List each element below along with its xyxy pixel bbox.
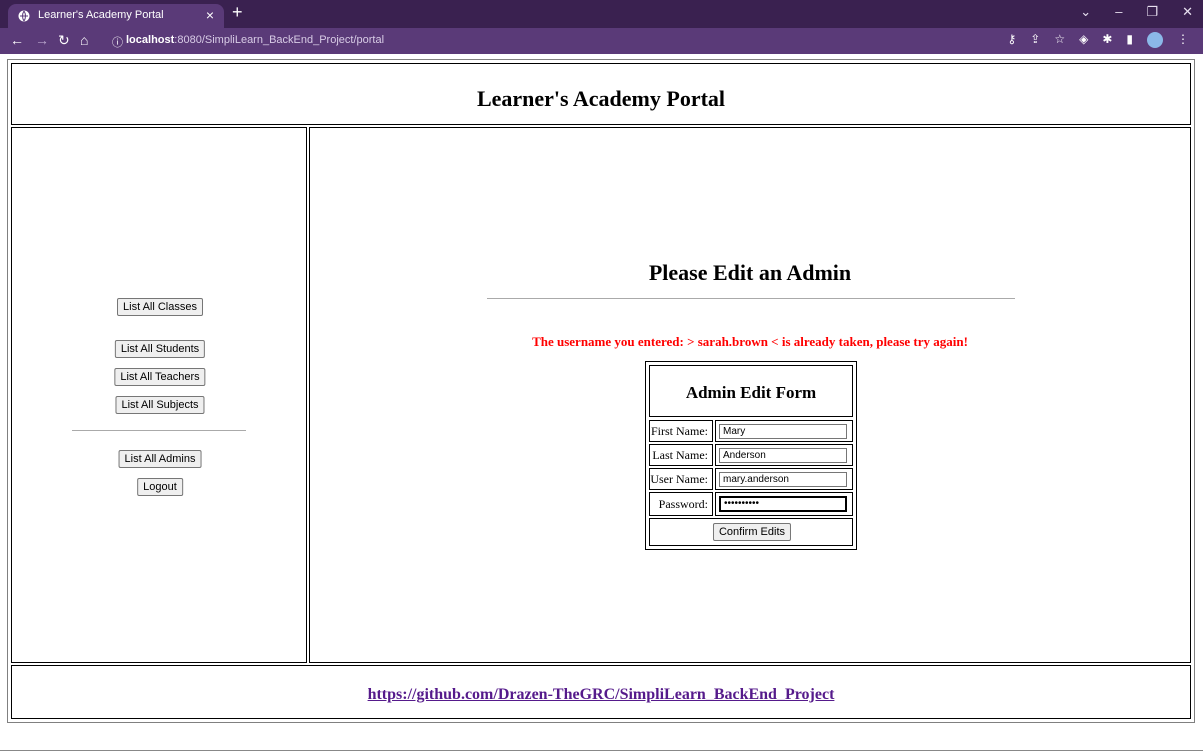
- form-title: Admin Edit Form: [685, 383, 817, 402]
- list-all-teachers-button[interactable]: List All Teachers: [114, 368, 206, 386]
- page-heading: Please Edit an Admin: [648, 260, 852, 285]
- close-window-icon[interactable]: ✕: [1182, 4, 1193, 20]
- extension-icon[interactable]: ◈: [1079, 32, 1088, 48]
- tab-search-icon[interactable]: ⌄: [1080, 4, 1091, 20]
- confirm-edits-button[interactable]: Confirm Edits: [712, 523, 792, 541]
- site-title: Learner's Academy Portal: [476, 86, 726, 111]
- footer-cell: https://github.com/Drazen-TheGRC/SimpliL…: [11, 665, 1191, 719]
- user-name-cell: mary.anderson: [715, 468, 853, 490]
- window-controls: ⌄ – ❐ ✕: [1080, 4, 1193, 20]
- key-icon[interactable]: ⚷: [1007, 32, 1016, 48]
- list-all-students-button[interactable]: List All Students: [114, 340, 206, 358]
- user-name-label: User Name:: [649, 468, 713, 490]
- list-all-classes-button[interactable]: List All Classes: [117, 298, 203, 316]
- browser-toolbar: ← → ↻ ⌂ ⓘ localhost:8080/SimpliLearn_Bac…: [0, 28, 1203, 54]
- list-all-admins-button[interactable]: List All Admins: [118, 450, 202, 468]
- browser-tab[interactable]: Learner's Academy Portal ×: [8, 4, 224, 28]
- star-icon[interactable]: ☆: [1054, 32, 1065, 48]
- last-name-cell: Anderson: [715, 444, 853, 466]
- last-name-label: Last Name:: [649, 444, 713, 466]
- confirm-cell: Confirm Edits: [649, 518, 853, 546]
- restore-icon[interactable]: ❐: [1146, 4, 1158, 20]
- sidebar: List All Classes List All Students List …: [11, 127, 307, 663]
- first-name-label: First Name:: [649, 420, 713, 442]
- home-icon[interactable]: ⌂: [80, 32, 88, 48]
- new-tab-icon[interactable]: +: [232, 2, 243, 23]
- minimize-icon[interactable]: –: [1115, 4, 1122, 20]
- header-cell: Learner's Academy Portal: [11, 63, 1191, 125]
- main-content: Please Edit an Admin The username you en…: [309, 127, 1191, 663]
- last-name-field[interactable]: Anderson: [719, 448, 847, 463]
- close-tab-icon[interactable]: ×: [206, 7, 214, 23]
- window-bottom-edge: [0, 750, 1203, 751]
- password-label: Password:: [649, 492, 713, 516]
- puzzle-icon[interactable]: ✱: [1102, 32, 1112, 48]
- tab-title: Learner's Academy Portal: [38, 9, 164, 21]
- password-cell: ••••••••••: [715, 492, 853, 516]
- error-message: The username you entered: > sarah.brown …: [532, 334, 968, 349]
- globe-icon: [18, 10, 30, 22]
- browser-tab-bar: Learner's Academy Portal × + ⌄ – ❐ ✕: [0, 0, 1203, 28]
- first-name-field[interactable]: Mary: [719, 424, 847, 439]
- user-name-field[interactable]: mary.anderson: [719, 472, 847, 487]
- logout-button[interactable]: Logout: [137, 478, 183, 496]
- menu-icon[interactable]: ⋮: [1177, 32, 1189, 48]
- github-link[interactable]: https://github.com/Drazen-TheGRC/SimpliL…: [12, 686, 1190, 704]
- portal-layout-table: Learner's Academy Portal List All Classe…: [7, 59, 1195, 723]
- url-text: localhost:8080/SimpliLearn_BackEnd_Proje…: [126, 34, 385, 46]
- sidebar-divider: [72, 430, 246, 431]
- heading-divider: [487, 298, 1015, 299]
- profile-avatar[interactable]: [1147, 32, 1163, 48]
- form-title-cell: Admin Edit Form: [649, 365, 853, 417]
- forward-icon[interactable]: →: [35, 32, 49, 48]
- back-icon[interactable]: ←: [10, 32, 24, 48]
- first-name-cell: Mary: [715, 420, 853, 442]
- admin-edit-form: Admin Edit Form First Name: Mary Last Na…: [645, 361, 857, 550]
- list-all-subjects-button[interactable]: List All Subjects: [115, 396, 205, 414]
- share-icon[interactable]: ⇪: [1030, 32, 1040, 48]
- extension-icons: ⚷ ⇪ ☆ ◈ ✱ ▮ ⋮: [1007, 32, 1189, 48]
- reload-icon[interactable]: ↻: [58, 32, 70, 49]
- info-icon[interactable]: ⓘ: [112, 34, 123, 50]
- side-panel-icon[interactable]: ▮: [1126, 32, 1133, 48]
- password-field[interactable]: ••••••••••: [719, 496, 847, 512]
